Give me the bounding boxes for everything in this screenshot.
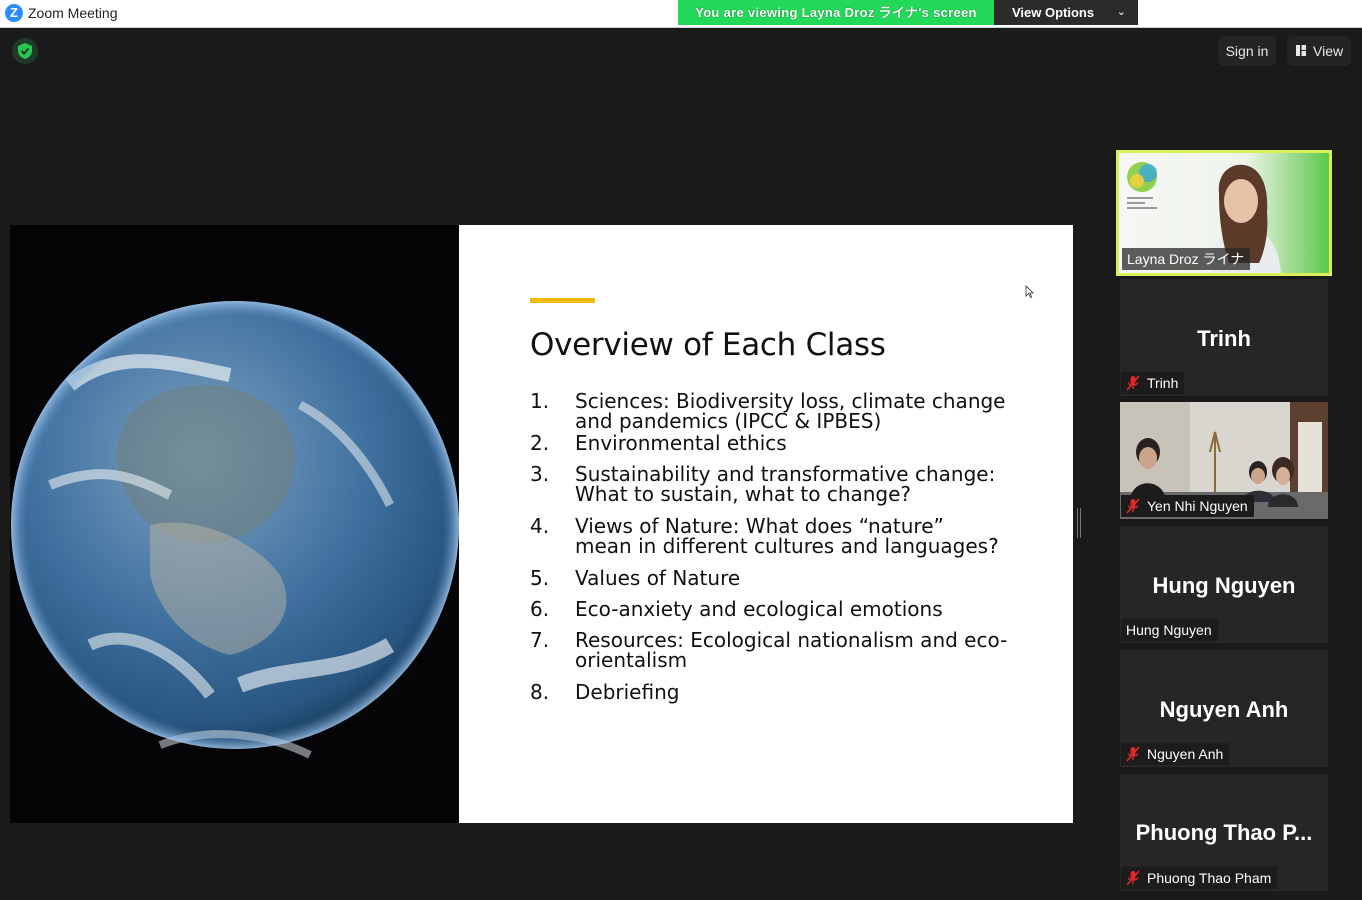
- participant-name-label: Phuong Thao Pham: [1121, 867, 1278, 889]
- encryption-shield-icon[interactable]: [12, 38, 38, 64]
- participant-tile[interactable]: Yen Nhi Nguyen: [1120, 402, 1328, 519]
- window-title: Zoom Meeting: [28, 5, 118, 21]
- slide-title: Overview of Each Class: [530, 327, 886, 363]
- slide-accent-bar: [530, 298, 595, 303]
- participant-tile[interactable]: Phuong Thao P... Phuong Thao Pham: [1120, 774, 1328, 891]
- participant-name: Layna Droz ライナ: [1127, 251, 1245, 267]
- muted-mic-icon: [1126, 498, 1140, 514]
- participant-name-label: Trinh: [1121, 372, 1185, 394]
- muted-mic-icon: [1126, 375, 1140, 391]
- participant-display-name: Nguyen Anh: [1159, 697, 1289, 722]
- participant-name-label: Yen Nhi Nguyen: [1121, 495, 1254, 517]
- participant-name-label: Layna Droz ライナ: [1122, 248, 1251, 270]
- list-item: 3. Sustainability and transformative cha…: [530, 462, 996, 506]
- view-button[interactable]: View: [1287, 36, 1351, 66]
- shared-screen[interactable]: Overview of Each Class 1. Sciences: Biod…: [10, 225, 1073, 823]
- participant-name: Nguyen Anh: [1147, 746, 1224, 762]
- muted-mic-icon: [1126, 870, 1140, 886]
- slide: Overview of Each Class 1. Sciences: Biod…: [459, 225, 1073, 823]
- participant-display-name: Trinh: [1197, 326, 1251, 351]
- zoom-logo-icon: Z: [5, 4, 23, 22]
- view-button-label: View: [1313, 43, 1344, 59]
- participant-display-name: Phuong Thao P...: [1135, 820, 1313, 845]
- participant-name-label: Hung Nguyen: [1121, 619, 1218, 641]
- participant-display-name: Hung Nguyen: [1152, 573, 1296, 598]
- mouse-cursor-icon: [1025, 285, 1034, 298]
- list-item: 2. Environmental ethics: [530, 431, 787, 455]
- layout-grid-icon: [1296, 45, 1306, 56]
- panel-resize-handle[interactable]: [1077, 508, 1081, 538]
- list-item: 8. Debriefing: [530, 680, 680, 704]
- muted-mic-icon: [1126, 746, 1140, 762]
- list-item: 1. Sciences: Biodiversity loss, climate …: [530, 389, 1006, 433]
- participant-name: Yen Nhi Nguyen: [1147, 498, 1248, 514]
- participant-name: Hung Nguyen: [1126, 622, 1212, 638]
- list-item: 4. Views of Nature: What does “nature” m…: [530, 514, 999, 558]
- participant-name: Phuong Thao Pham: [1147, 870, 1272, 886]
- list-item: 6. Eco-anxiety and ecological emotions: [530, 597, 943, 621]
- view-options-button[interactable]: View Options ⌄: [994, 0, 1138, 25]
- participant-tile[interactable]: Trinh Trinh: [1120, 279, 1328, 396]
- viewing-banner-text: You are viewing Layna Droz ライナ's screen: [695, 5, 977, 20]
- chevron-down-icon: ⌄: [1116, 6, 1126, 18]
- view-options-label: View Options: [1012, 5, 1095, 20]
- slide-list: 1. Sciences: Biodiversity loss, climate …: [530, 391, 1030, 702]
- title-bar: Z Zoom Meeting You are viewing Layna Dro…: [0, 0, 1362, 28]
- list-item: 7. Resources: Ecological nationalism and…: [530, 628, 1008, 672]
- participant-tile-active-speaker[interactable]: Layna Droz ライナ: [1116, 150, 1332, 276]
- earth-image: [10, 225, 459, 823]
- viewing-banner: You are viewing Layna Droz ライナ's screen: [678, 0, 994, 25]
- participant-name-label: Nguyen Anh: [1121, 743, 1230, 765]
- participant-tile[interactable]: Nguyen Anh Nguyen Anh: [1120, 650, 1328, 767]
- participant-name: Trinh: [1147, 375, 1179, 391]
- participant-tile[interactable]: Hung Nguyen Hung Nguyen: [1120, 526, 1328, 643]
- sign-in-button[interactable]: Sign in: [1218, 36, 1276, 66]
- list-item: 5. Values of Nature: [530, 566, 741, 590]
